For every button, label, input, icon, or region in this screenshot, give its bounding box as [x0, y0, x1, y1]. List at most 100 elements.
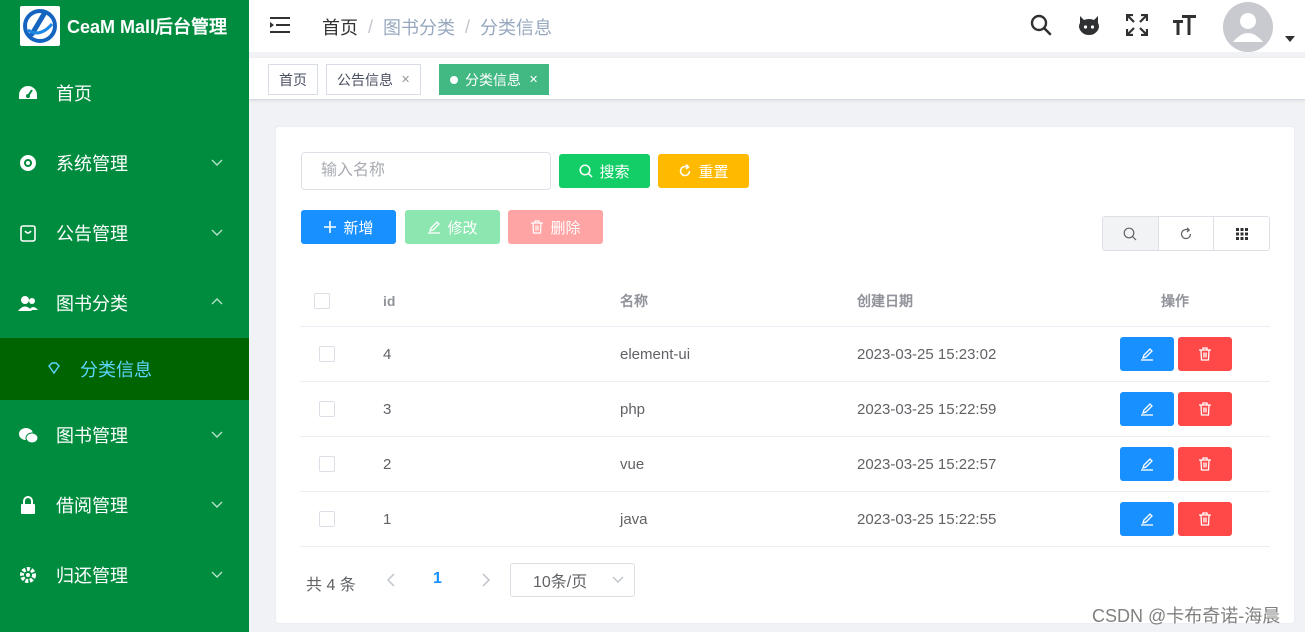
row-checkbox[interactable]: [319, 511, 335, 527]
column-header: 创建日期: [857, 292, 913, 309]
trash-icon: [531, 220, 544, 234]
font-size-icon[interactable]: [1172, 12, 1198, 38]
active-dot: [450, 75, 458, 84]
github-icon[interactable]: [1076, 12, 1102, 38]
grid-icon: [1235, 227, 1248, 240]
tag-label: 分类信息: [465, 71, 521, 88]
chevron-right-icon[interactable]: [481, 573, 491, 587]
search-icon: [579, 164, 594, 178]
row-delete-button[interactable]: [1178, 502, 1232, 536]
avatar[interactable]: [1223, 2, 1273, 52]
trash-icon: [1199, 347, 1211, 361]
dashboard-icon: [18, 83, 38, 103]
breadcrumb: 首页 / 图书分类 / 分类信息: [322, 14, 552, 40]
refresh-icon: [680, 164, 691, 177]
cell-id: 2: [383, 455, 392, 473]
data-table: id 名称 创建日期 操作 4 element-ui 2023-03-25 15…: [300, 275, 1270, 547]
chevron-down-icon: [211, 431, 223, 438]
pagination-total: 共 4 条: [306, 577, 356, 594]
row-edit-button[interactable]: [1120, 392, 1174, 426]
edit-icon: [1141, 513, 1153, 526]
sidebar-item-borrow[interactable]: 借阅管理: [0, 470, 249, 540]
cell-created: 2023-03-25 15:22:55: [857, 510, 997, 528]
chevron-up-icon: [211, 298, 223, 305]
row-edit-button[interactable]: [1120, 502, 1174, 536]
table-header: id 名称 创建日期 操作: [300, 275, 1270, 327]
edit-icon: [428, 221, 441, 234]
select-all-checkbox[interactable]: [314, 292, 330, 309]
caret-down-icon[interactable]: [1285, 36, 1295, 42]
trash-icon: [1199, 402, 1211, 416]
sidebar-item-books[interactable]: 图书管理: [0, 400, 249, 470]
sidebar-item-label: 归还管理: [56, 566, 128, 586]
row-checkbox[interactable]: [319, 346, 335, 362]
row-checkbox[interactable]: [319, 401, 335, 417]
tag-label: 首页: [279, 71, 307, 88]
sidebar-item-label: 图书管理: [56, 426, 128, 446]
pagination-page[interactable]: 1: [433, 570, 442, 588]
sidebar-subitem-category-info[interactable]: 分类信息: [0, 338, 249, 400]
toggle-search-button[interactable]: [1103, 217, 1159, 250]
sidebar-item-label: 首页: [56, 84, 92, 104]
chevron-left-icon[interactable]: [386, 573, 396, 587]
app-logo[interactable]: CeaM Mall后台管理: [0, 0, 249, 52]
sidebar-item-label: 图书分类: [56, 294, 128, 314]
cell-name: php: [620, 400, 646, 418]
delete-button[interactable]: 删除: [508, 210, 603, 244]
tag-label: 公告信息: [337, 71, 393, 88]
cell-created: 2023-03-25 15:22:59: [857, 400, 997, 418]
row-checkbox[interactable]: [319, 456, 335, 472]
hamburger-icon[interactable]: [269, 14, 291, 36]
breadcrumb-item: 分类信息: [480, 18, 553, 38]
sidebar-subitem-label: 分类信息: [80, 360, 152, 380]
add-button[interactable]: 新增: [301, 210, 396, 244]
sidebar-item-label: 借阅管理: [56, 496, 128, 516]
sidebar-item-category[interactable]: 图书分类: [0, 268, 249, 338]
table-tools: [1102, 216, 1270, 251]
chevron-down-icon: [612, 576, 624, 583]
refresh-button[interactable]: [1159, 217, 1215, 250]
edit-icon: [1141, 458, 1153, 471]
watermark: CSDN @卡布奇诺-海晨: [1092, 606, 1281, 626]
gear-icon: [18, 565, 38, 585]
search-button[interactable]: 搜索: [559, 154, 650, 188]
page-size-select[interactable]: 10条/页: [510, 563, 635, 597]
chevron-down-icon: [211, 159, 223, 166]
sidebar-item-notice[interactable]: 公告管理: [0, 198, 249, 268]
tag-category-info[interactable]: 分类信息 ✕: [439, 64, 550, 95]
cell-name: vue: [620, 455, 645, 473]
column-header: 名称: [620, 292, 648, 309]
chevron-down-icon: [211, 571, 223, 578]
search-icon[interactable]: [1028, 12, 1054, 38]
fullscreen-icon[interactable]: [1124, 12, 1150, 38]
close-icon[interactable]: ✕: [529, 73, 538, 86]
columns-button[interactable]: [1214, 217, 1269, 250]
row-delete-button[interactable]: [1178, 337, 1232, 371]
sidebar-item-label: 系统管理: [56, 154, 128, 174]
tag-home[interactable]: 首页: [268, 64, 318, 95]
cell-created: 2023-03-25 15:23:02: [857, 345, 997, 363]
edit-icon: [1141, 348, 1153, 361]
row-edit-button[interactable]: [1120, 337, 1174, 371]
sidebar-item-system[interactable]: 系统管理: [0, 128, 249, 198]
sidebar-item-return[interactable]: 归还管理: [0, 540, 249, 610]
breadcrumb-item: 图书分类: [383, 18, 456, 38]
cell-id: 4: [383, 345, 392, 363]
sidebar: CeaM Mall后台管理 首页 系统管理 公告管理 图书分类 分类信息 图书管…: [0, 0, 249, 632]
reset-button[interactable]: 重置: [658, 154, 749, 188]
column-header: 操作: [1161, 292, 1189, 309]
table-row: 1 java 2023-03-25 15:22:55: [300, 492, 1270, 547]
close-icon[interactable]: ✕: [401, 73, 410, 86]
sidebar-item-home[interactable]: 首页: [0, 58, 249, 128]
row-delete-button[interactable]: [1178, 392, 1232, 426]
tags-view: 首页 公告信息 ✕ 分类信息 ✕: [249, 58, 1305, 100]
edit-button[interactable]: 修改: [405, 210, 500, 244]
table-row: 4 element-ui 2023-03-25 15:23:02: [300, 327, 1270, 382]
diamond-icon: [48, 362, 60, 375]
breadcrumb-item[interactable]: 首页: [322, 14, 358, 40]
search-input[interactable]: [301, 152, 551, 190]
row-edit-button[interactable]: [1120, 447, 1174, 481]
tag-notice-info[interactable]: 公告信息 ✕: [326, 64, 422, 95]
edit-icon: [1141, 403, 1153, 416]
row-delete-button[interactable]: [1178, 447, 1232, 481]
